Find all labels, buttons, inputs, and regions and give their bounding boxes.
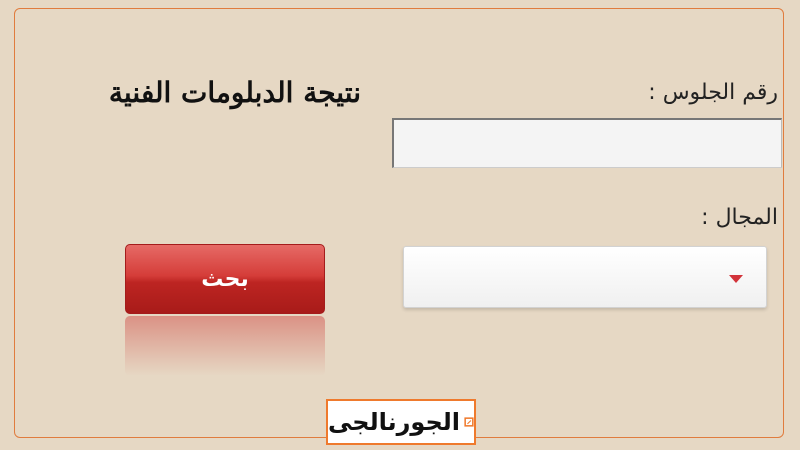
logo: الجورنالجى	[326, 399, 476, 445]
seat-number-label: رقم الجلوس :	[648, 80, 778, 105]
search-button[interactable]: بحث	[125, 244, 325, 314]
chevron-down-icon[interactable]	[729, 275, 743, 283]
field-select[interactable]	[403, 246, 767, 308]
field-label: المجال :	[701, 205, 778, 230]
search-button-reflection	[125, 316, 325, 376]
logo-text: الجورنالجى	[328, 408, 461, 436]
seat-number-input[interactable]	[392, 118, 782, 168]
page-title: نتيجة الدبلومات الفنية	[108, 76, 361, 109]
logo-icon	[464, 417, 474, 427]
